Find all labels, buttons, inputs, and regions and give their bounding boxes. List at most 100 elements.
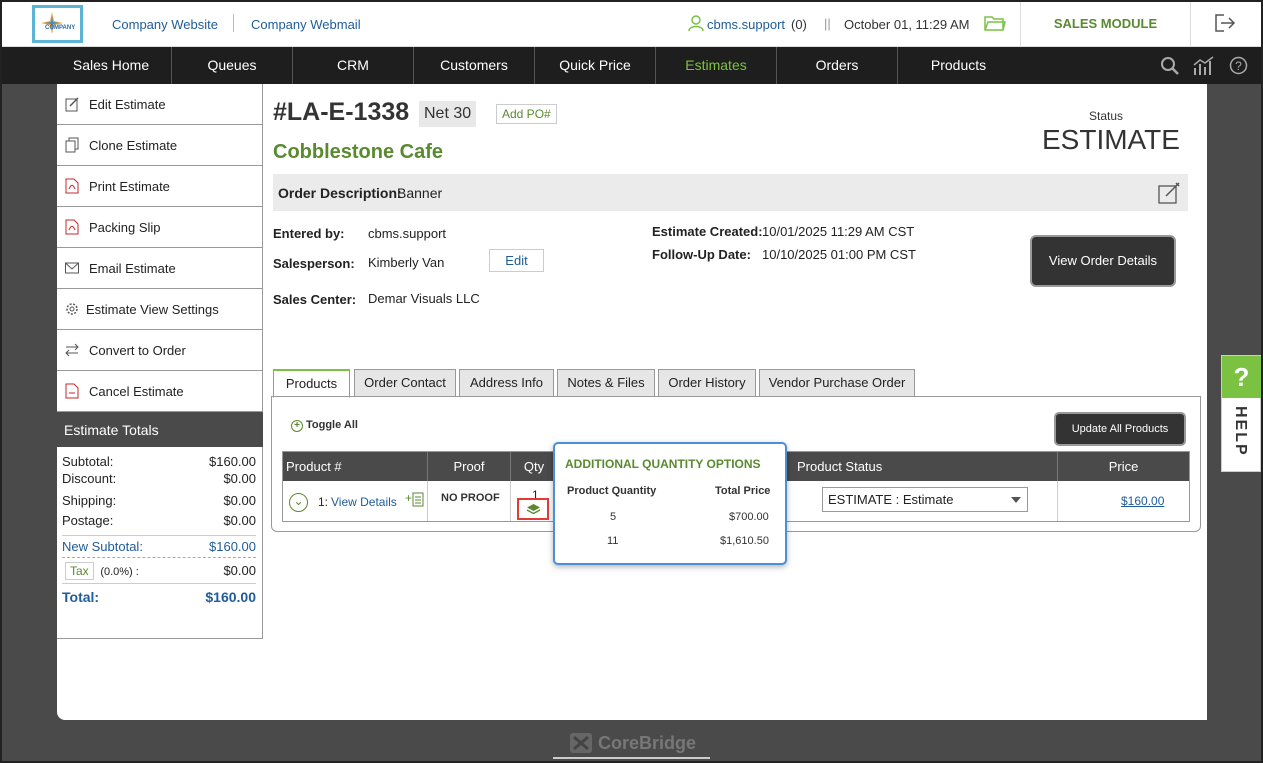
clone-estimate-action[interactable]: Clone Estimate [57,125,263,166]
tab-order-history[interactable]: Order History [658,369,756,397]
sidebar-item-label: Print Estimate [89,178,170,194]
tab-vendor-purchase-order[interactable]: Vendor Purchase Order [759,369,915,397]
edit-salesperson-button[interactable]: Edit [489,249,544,272]
logo-text: COMPANY [45,25,76,31]
col-qty: Qty [511,452,558,481]
nav-quick-price[interactable]: Quick Price [535,47,656,84]
cancel-estimate-action[interactable]: Cancel Estimate [57,371,263,412]
sales-center-value: Demar Visuals LLC [368,291,480,306]
follow-up-label: Follow-Up Date: [652,247,751,262]
tab-products[interactable]: Products [273,369,350,398]
proof-status: NO PROOF [441,492,500,504]
view-order-details-button[interactable]: View Order Details [1032,237,1174,285]
edit-estimate-action[interactable]: Edit Estimate [57,84,263,125]
user-link[interactable]: cbms.support [707,17,785,32]
subtotal-label: Subtotal: [62,454,114,469]
nav-orders[interactable]: Orders [777,47,898,84]
quantity-options-button[interactable] [517,498,549,520]
copy-icon [65,137,79,153]
pdf-icon [65,178,79,194]
salesperson-value: Kimberly Van [368,255,445,270]
tax-row: Tax (0.0%) : $0.00 [62,558,256,584]
additional-quantity-popover: ADDITIONAL QUANTITY OPTIONS Product Quan… [553,442,787,565]
estimate-number: #LA-E-1338 [273,98,410,126]
toggle-all-button[interactable]: + Toggle All [291,419,358,432]
sales-center-label: Sales Center: [273,292,357,307]
edit-icon [65,97,79,112]
col-proof: Proof [428,452,511,481]
price-link[interactable]: $160.00 [1121,494,1164,508]
view-details-link[interactable]: View Details [331,495,397,509]
user-icon [688,15,704,32]
follow-up-value: 10/10/2025 01:00 PM CST [762,247,916,262]
nav-products[interactable]: Products [898,47,1019,84]
popover-col-price: Total Price [715,485,771,497]
tax-value: $0.00 [223,563,256,578]
analytics-icon[interactable] [1193,56,1215,76]
sidebar-item-label: Estimate View Settings [86,301,219,317]
tax-button[interactable]: Tax [65,562,94,580]
help-tab[interactable]: ? HELP [1221,355,1261,472]
postage-value: $0.00 [223,513,256,528]
nav-customers[interactable]: Customers [414,47,535,84]
customer-name[interactable]: Cobblestone Cafe [273,141,443,164]
subtotal-value: $160.00 [209,454,256,469]
row-number: 1: [318,495,329,509]
nav-crm[interactable]: CRM [293,47,414,84]
col-product-status: Product Status [788,452,1058,481]
product-status-select[interactable]: ESTIMATE : Estimate [822,487,1028,512]
tab-address-info[interactable]: Address Info [459,369,554,397]
shipping-value: $0.00 [223,493,256,508]
convert-to-order-action[interactable]: Convert to Order [57,330,263,371]
company-webmail-link[interactable]: Company Webmail [251,17,361,32]
divider: || [824,16,831,31]
pdf-icon [65,383,79,399]
nav-sales-home[interactable]: Sales Home [51,47,172,84]
logout-icon[interactable] [1214,13,1236,33]
quantity-option-price: $700.00 [729,511,769,523]
total-row: Total: $160.00 [62,584,256,610]
pdf-icon [65,219,79,235]
print-estimate-action[interactable]: Print Estimate [57,166,263,207]
user-count: (0) [791,17,807,32]
update-all-products-button[interactable]: Update All Products [1056,414,1184,444]
folder-icon[interactable] [984,14,1006,32]
estimate-totals: Subtotal: $160.00 Discount: $0.00 Shipping… [57,447,263,639]
company-logo[interactable]: COMPANY [32,5,83,43]
toggle-all-label: Toggle All [306,419,358,431]
help-circle-icon[interactable]: ? [1229,56,1248,75]
estimate-totals-header: Estimate Totals [57,412,263,447]
quantity-option-qty: 11 [607,535,619,547]
svg-text:+: + [405,491,412,505]
help-label: HELP [1232,406,1249,457]
subtotal-row: Subtotal: $160.00 [62,453,256,470]
salesperson-label: Salesperson: [273,256,355,271]
popover-col-quantity: Product Quantity [567,485,657,497]
footer-brand-text: CoreBridge [598,733,697,753]
action-sidebar: Edit Estimate Clone Estimate Print Estim… [57,84,263,639]
chevron-down-icon[interactable]: ⌄ [289,493,308,512]
nav-estimates[interactable]: Estimates [656,47,777,84]
edit-description-icon[interactable] [1157,181,1181,205]
add-po-button[interactable]: Add PO# [496,104,557,124]
packing-slip-action[interactable]: Packing Slip [57,207,263,248]
sidebar-item-label: Email Estimate [89,260,176,276]
new-subtotal-value: $160.00 [209,539,256,554]
add-proof-icon[interactable]: + [405,490,425,508]
nav-queues[interactable]: Queues [172,47,293,84]
sidebar-item-label: Convert to Order [89,342,186,358]
sidebar-item-label: Edit Estimate [89,96,166,112]
help-question-icon: ? [1222,356,1261,398]
col-price: Price [1108,459,1139,474]
tab-notes-files[interactable]: Notes & Files [557,369,655,397]
tax-rate: (0.0%) : [100,566,139,578]
sidebar-item-label: Cancel Estimate [89,383,184,399]
search-icon[interactable] [1160,56,1180,76]
sales-module-label[interactable]: SALES MODULE [1020,0,1191,47]
tab-order-contact[interactable]: Order Contact [354,369,456,397]
envelope-icon [65,262,79,274]
email-estimate-action[interactable]: Email Estimate [57,248,263,289]
estimate-view-settings-action[interactable]: Estimate View Settings [57,289,263,330]
company-website-link[interactable]: Company Website [112,17,218,32]
corebridge-logo-icon [570,733,592,753]
